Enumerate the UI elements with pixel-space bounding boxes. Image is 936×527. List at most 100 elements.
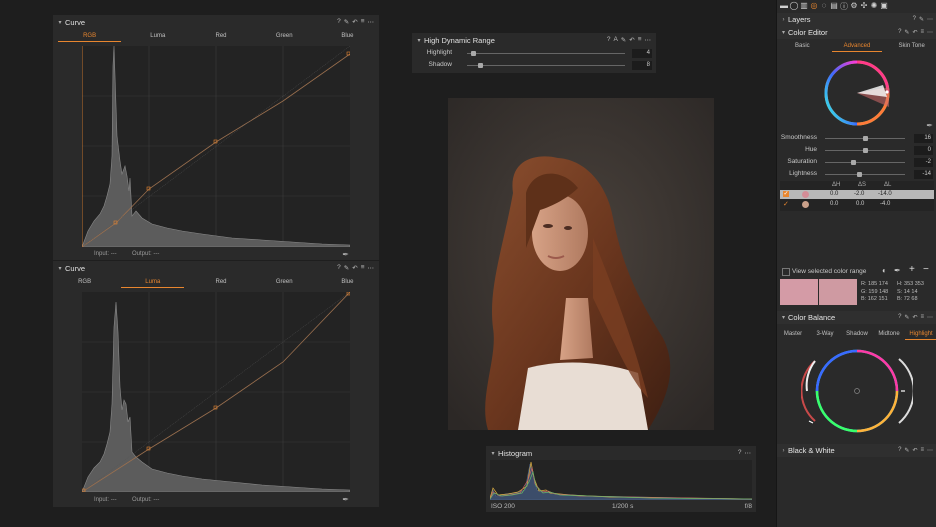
tab-red[interactable]: Red	[189, 31, 252, 42]
pin-icon[interactable]: ✎	[904, 29, 909, 36]
curve-panel-header[interactable]: ▾ Curve ? ✎ ↶ ≡ ⋯	[53, 261, 379, 275]
tab-highlight[interactable]: Highlight	[905, 329, 936, 340]
folder-icon[interactable]: ▬	[779, 1, 789, 12]
help-icon[interactable]: ?	[913, 16, 916, 23]
pin-icon[interactable]: ✎	[344, 18, 349, 26]
reset-icon[interactable]: ↶	[629, 36, 634, 44]
curve-panel-header[interactable]: ▾ Curve ? ✎ ↶ ≡ ⋯	[53, 15, 379, 29]
saturation-slider-knob[interactable]	[851, 160, 856, 165]
tab-luma[interactable]: Luma	[126, 31, 189, 42]
pin-icon[interactable]: ✎	[621, 36, 626, 44]
more-icon[interactable]: ⋯	[927, 314, 933, 321]
color-picker-icon[interactable]: ✒	[926, 121, 933, 130]
help-icon[interactable]: ?	[607, 36, 611, 44]
curve-graph[interactable]	[81, 291, 351, 493]
color-wheel[interactable]	[821, 57, 893, 129]
help-icon[interactable]: ?	[898, 447, 901, 454]
shadow-value[interactable]: 8	[632, 61, 652, 70]
smoothness-slider-knob[interactable]	[863, 136, 868, 141]
reset-icon[interactable]: ↶	[912, 314, 917, 321]
tab-luma[interactable]: Luma	[121, 277, 185, 288]
hdr-panel-header[interactable]: ▾ High Dynamic Range ? A ✎ ↶ ≡ ⋯	[412, 33, 656, 47]
black-white-header[interactable]: › Black & White ? ✎ ↶ ≡ ⋯	[777, 444, 936, 457]
chevron-right-icon[interactable]: ›	[779, 17, 788, 23]
tab-blue[interactable]: Blue	[316, 277, 379, 288]
help-icon[interactable]: ?	[898, 29, 901, 36]
chevron-down-icon[interactable]: ▾	[55, 265, 65, 272]
tab-skin-tone[interactable]: Skin Tone	[886, 41, 936, 52]
copy-apply-icon[interactable]: ≡	[920, 447, 924, 454]
output-icon[interactable]: ✣	[859, 1, 869, 12]
tab-shadow[interactable]: Shadow	[841, 329, 873, 340]
lightness-slider-track[interactable]	[825, 174, 905, 175]
chevron-right-icon[interactable]: ›	[779, 448, 788, 454]
more-icon[interactable]: ⋯	[368, 18, 375, 26]
view-range-checkbox[interactable]	[782, 268, 790, 276]
help-icon[interactable]: ?	[898, 314, 901, 321]
lightness-value[interactable]: -14	[914, 170, 933, 179]
library-icon[interactable]: ▥	[799, 1, 809, 12]
eyedropper-icon[interactable]: ✒	[342, 495, 349, 504]
color-icon[interactable]: ◎	[809, 1, 819, 12]
tab-master[interactable]: Master	[777, 329, 809, 340]
more-icon[interactable]: ⋯	[645, 36, 652, 44]
highlight-slider-knob[interactable]	[471, 51, 477, 56]
help-icon[interactable]: ?	[337, 18, 341, 26]
chevron-down-icon[interactable]: ▾	[779, 314, 788, 321]
saturation-slider-track[interactable]	[825, 162, 905, 163]
reset-icon[interactable]: ↶	[912, 29, 917, 36]
adjustments-icon[interactable]: ⚙	[849, 1, 859, 12]
color-balance-header[interactable]: ▾ Color Balance ? ✎ ↶ ≡ ⋯	[777, 311, 936, 324]
tab-3-way[interactable]: 3-Way	[809, 329, 841, 340]
shadow-slider-knob[interactable]	[477, 63, 483, 68]
camera-icon[interactable]: ▣	[879, 1, 889, 12]
saturation-value[interactable]: -2	[914, 158, 933, 167]
chevron-down-icon[interactable]: ▾	[55, 19, 65, 26]
pin-icon[interactable]: ✎	[904, 447, 909, 454]
table-row[interactable]: ✓ 0.0 0.0 -4.0	[780, 200, 934, 209]
copy-apply-icon[interactable]: ≡	[920, 29, 924, 36]
help-icon[interactable]: ?	[738, 449, 742, 457]
copy-apply-icon[interactable]: ≡	[361, 264, 365, 272]
tab-advanced[interactable]: Advanced	[831, 41, 883, 52]
reset-icon[interactable]: ↶	[352, 264, 357, 272]
color-editor-header[interactable]: ▾ Color Editor ? ✎ ↶ ≡ ⋯	[777, 26, 936, 39]
highlight-slider-track[interactable]	[467, 53, 625, 54]
table-row[interactable]: ✓ 0.0 -2.0 -14.0	[780, 190, 934, 199]
more-icon[interactable]: ⋯	[927, 29, 933, 36]
highlight-value[interactable]: 4	[632, 49, 652, 58]
more-icon[interactable]: ⋯	[927, 16, 933, 23]
smoothness-value[interactable]: 16	[914, 134, 933, 143]
help-icon[interactable]: ?	[337, 264, 341, 272]
tab-green[interactable]: Green	[253, 31, 316, 42]
tab-rgb[interactable]: RGB	[53, 277, 116, 288]
copy-apply-icon[interactable]: ≡	[920, 314, 924, 321]
copy-apply-icon[interactable]: ≡	[361, 18, 365, 26]
pin-icon[interactable]: ✎	[919, 16, 924, 23]
auto-button[interactable]: A	[613, 36, 617, 44]
color-balance-wheel[interactable]	[800, 345, 915, 435]
more-icon[interactable]: ⋯	[927, 447, 933, 454]
hue-slider-knob[interactable]	[863, 148, 868, 153]
reset-icon[interactable]: ↶	[912, 447, 917, 454]
color-picker-icon[interactable]: ✒	[894, 266, 901, 275]
shadow-slider-track[interactable]	[467, 65, 625, 66]
batch-icon[interactable]: ✺	[869, 1, 879, 12]
row-checkbox[interactable]: ✓	[783, 201, 789, 208]
tab-rgb[interactable]: RGB	[58, 31, 122, 42]
reset-icon[interactable]: ↶	[352, 18, 357, 26]
capture-icon[interactable]: ◯	[789, 1, 799, 12]
chevron-down-icon[interactable]: ▾	[488, 450, 498, 457]
tab-blue[interactable]: Blue	[316, 31, 379, 42]
histogram-header[interactable]: ▾ Histogram ? ⋯	[486, 446, 756, 460]
lens-icon[interactable]: ◌	[819, 1, 829, 12]
chevron-down-icon[interactable]: ▾	[779, 29, 788, 36]
more-icon[interactable]: ⋯	[745, 449, 752, 457]
row-checkbox[interactable]: ✓	[783, 191, 789, 197]
layers-header[interactable]: › Layers ? ✎ ⋯	[777, 13, 936, 26]
eyedropper-icon[interactable]: ✒	[342, 250, 349, 259]
add-icon[interactable]: +	[909, 264, 915, 275]
copy-apply-icon[interactable]: ≡	[638, 36, 642, 44]
color-mode-icon[interactable]: ◐	[882, 266, 887, 275]
remove-icon[interactable]: −	[923, 264, 929, 275]
